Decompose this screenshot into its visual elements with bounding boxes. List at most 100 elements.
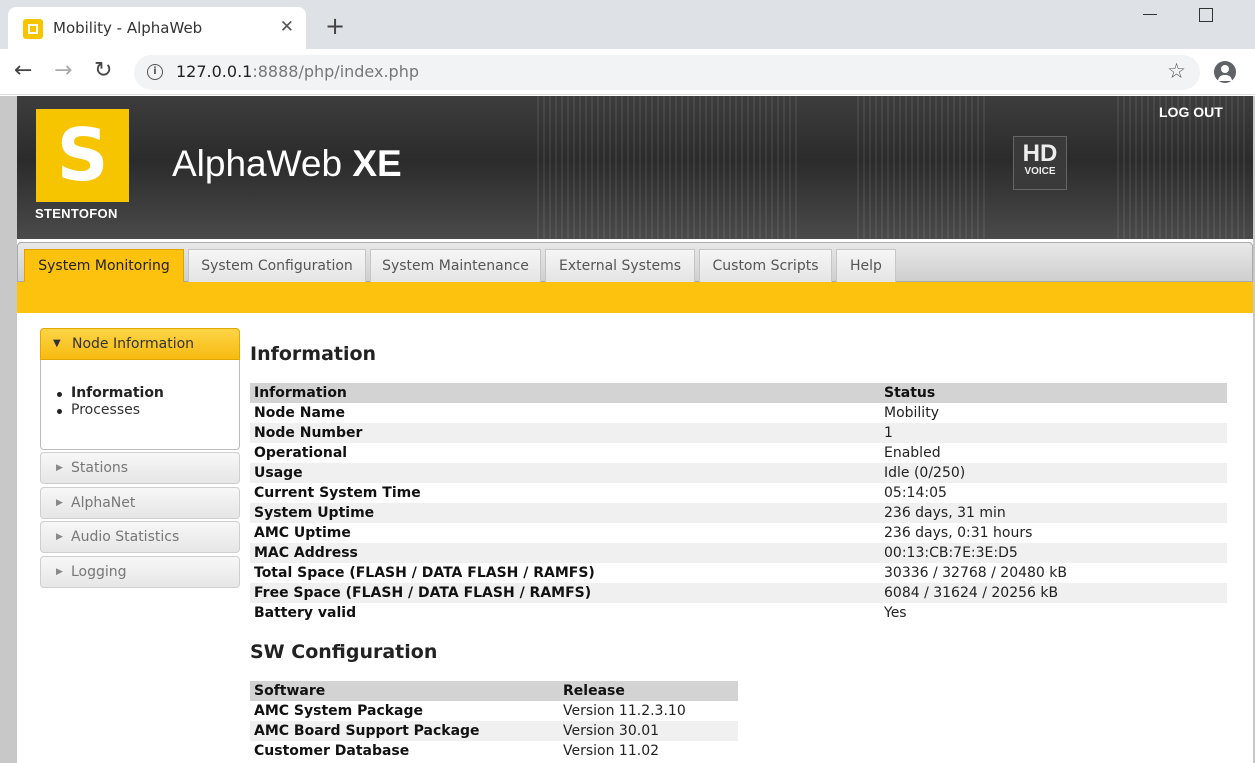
close-tab-icon[interactable]: ✕ <box>280 17 294 37</box>
row-value: Version 11.2.3.10 <box>563 703 686 719</box>
row-label: Battery valid <box>254 605 357 621</box>
minimize-window-icon[interactable] <box>1143 14 1157 15</box>
row-value: Version 11.02 <box>563 743 660 759</box>
column-header: Information <box>250 383 880 403</box>
information-table: Information Status Node Name Mobility Node… <box>250 383 1227 623</box>
table-row: AMC Uptime 236 days, 0:31 hours <box>250 523 1227 543</box>
row-value: Enabled <box>884 445 941 461</box>
table-row: AMC System Package Version 11.2.3.10 <box>250 701 738 721</box>
account-avatar-icon[interactable] <box>1214 61 1236 83</box>
row-label: Current System Time <box>254 485 421 501</box>
row-value: Mobility <box>884 405 939 421</box>
row-label: Node Name <box>254 405 345 421</box>
row-label: Total Space (FLASH / DATA FLASH / RAMFS) <box>254 565 595 581</box>
table-row: Customer Database Version 11.02 <box>250 741 738 761</box>
tab-system-maintenance[interactable]: System Maintenance <box>370 249 541 282</box>
browser-tab-title: Mobility - AlphaWeb <box>53 19 203 37</box>
url-input[interactable]: i 127.0.0.1:8888/php/index.php ☆ <box>134 55 1200 90</box>
stentofon-logo: S <box>36 109 129 202</box>
bookmark-star-icon[interactable]: ☆ <box>1167 59 1186 83</box>
reload-icon[interactable]: ↻ <box>94 60 112 82</box>
sidebar-item-label: AlphaNet <box>71 495 136 511</box>
forward-arrow-icon[interactable]: → <box>54 60 72 82</box>
tab-custom-scripts[interactable]: Custom Scripts <box>699 249 832 282</box>
new-tab-button[interactable]: + <box>325 14 345 38</box>
information-heading: Information <box>250 343 377 365</box>
sidebar-section-label: Node Information <box>72 336 195 352</box>
site-favicon-icon <box>23 19 43 39</box>
table-row: Free Space (FLASH / DATA FLASH / RAMFS) 6… <box>250 583 1227 603</box>
sw-configuration-heading: SW Configuration <box>250 641 438 663</box>
tab-external-systems[interactable]: External Systems <box>545 249 695 282</box>
sw-configuration-table: Software Release AMC System Package Versi… <box>250 681 738 761</box>
sidebar-item-audio-statistics[interactable]: ▶ Audio Statistics <box>40 521 240 553</box>
header-banner: S STENTOFON AlphaWeb XE HD VOICE LOG OUT <box>17 96 1253 239</box>
tab-help[interactable]: Help <box>836 249 896 282</box>
sub-nav-bar <box>17 282 1253 313</box>
row-label: Free Space (FLASH / DATA FLASH / RAMFS) <box>250 583 880 603</box>
logo-letter: S <box>56 113 109 197</box>
url-text: 127.0.0.1:8888/php/index.php <box>176 62 419 81</box>
tab-system-monitoring[interactable]: System Monitoring <box>24 249 184 282</box>
table-row: Operational Enabled <box>250 443 1227 463</box>
row-value: 236 days, 0:31 hours <box>884 525 1033 541</box>
tab-system-configuration[interactable]: System Configuration <box>188 249 366 282</box>
table-row: Node Number 1 <box>250 423 1227 443</box>
main-tab-bar: System Monitoring System Configuration S… <box>17 242 1253 282</box>
brand-light: AlphaWeb <box>172 143 353 184</box>
table-row: Battery valid Yes <box>250 603 1227 623</box>
logo-text: STENTOFON <box>35 206 118 221</box>
table-row: Node Name Mobility <box>250 403 1227 423</box>
browser-tab[interactable]: Mobility - AlphaWeb ✕ <box>8 7 306 49</box>
triangle-right-icon: ▶ <box>56 498 63 508</box>
column-header: Status <box>880 383 1227 403</box>
row-value: 00:13:CB:7E:3E:D5 <box>880 543 1227 563</box>
row-label: MAC Address <box>250 543 880 563</box>
voice-label: VOICE <box>1024 166 1056 177</box>
page-viewport: S STENTOFON AlphaWeb XE HD VOICE LOG OUT… <box>0 96 1255 763</box>
row-value: Yes <box>884 605 907 621</box>
table-row: Current System Time 05:14:05 <box>250 483 1227 503</box>
row-value: Version 30.01 <box>559 721 738 741</box>
brand-bold: XE <box>352 143 402 184</box>
sidebar-item-logging[interactable]: ▶ Logging <box>40 556 240 588</box>
sidebar-item-label: Stations <box>71 460 129 476</box>
sidebar-node-information[interactable]: ▼ Node Information <box>40 328 240 360</box>
table-header-row: Software Release <box>250 681 738 701</box>
app-brand-title: AlphaWeb XE <box>172 143 402 185</box>
triangle-right-icon: ▶ <box>56 463 63 473</box>
back-arrow-icon[interactable]: ← <box>14 60 32 82</box>
table-row: Total Space (FLASH / DATA FLASH / RAMFS)… <box>250 563 1227 583</box>
table-row: AMC Board Support Package Version 30.01 <box>250 721 738 741</box>
row-value: Idle (0/250) <box>880 463 1227 483</box>
table-row: Usage Idle (0/250) <box>250 463 1227 483</box>
row-label: Customer Database <box>254 743 410 759</box>
maximize-window-icon[interactable] <box>1199 8 1213 22</box>
triangle-right-icon: ▶ <box>56 567 63 577</box>
row-label: AMC System Package <box>254 703 424 719</box>
sidebar-item-alphanet[interactable]: ▶ AlphaNet <box>40 487 240 519</box>
waveform-decoration <box>857 96 987 239</box>
table-header-row: Information Status <box>250 383 1227 403</box>
sidebar-item-processes[interactable]: Processes <box>57 402 164 419</box>
row-value: 30336 / 32768 / 20480 kB <box>884 565 1068 581</box>
row-value: 6084 / 31624 / 20256 kB <box>880 583 1227 603</box>
table-row: MAC Address 00:13:CB:7E:3E:D5 <box>250 543 1227 563</box>
column-header: Software <box>250 681 559 701</box>
sidebar-item-label: Logging <box>71 564 127 580</box>
sidebar-item-information[interactable]: Information <box>57 385 164 402</box>
row-label: AMC Uptime <box>254 525 351 541</box>
sidebar-item-stations[interactable]: ▶ Stations <box>40 452 240 484</box>
row-label: System Uptime <box>250 503 880 523</box>
column-header: Release <box>559 681 738 701</box>
hd-label: HD <box>1022 140 1058 167</box>
triangle-down-icon: ▼ <box>53 338 61 349</box>
url-host: 127.0.0.1 <box>176 62 253 81</box>
triangle-right-icon: ▶ <box>56 532 63 542</box>
site-info-icon[interactable]: i <box>147 64 163 80</box>
row-label: Operational <box>254 445 348 461</box>
row-value: 236 days, 31 min <box>880 503 1227 523</box>
logout-link[interactable]: LOG OUT <box>1159 104 1223 120</box>
address-bar: ← → ↻ i 127.0.0.1:8888/php/index.php ☆ <box>0 49 1255 95</box>
sidebar-item-label: Audio Statistics <box>71 529 180 545</box>
